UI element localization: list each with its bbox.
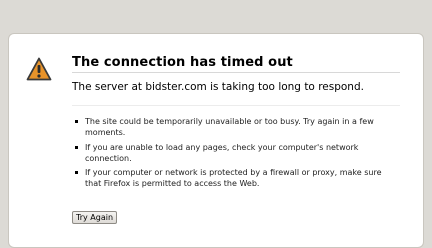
title-divider [72, 72, 400, 73]
error-subtitle: The server at bidster.com is taking too … [72, 81, 364, 93]
suggestion-list: The site could be temporarily unavailabl… [74, 116, 384, 193]
error-title: The connection has timed out [72, 55, 293, 70]
subtitle-divider [72, 105, 400, 106]
try-again-button[interactable]: Try Again [72, 211, 118, 224]
warning-triangle-icon [26, 57, 52, 81]
list-item: If your computer or network is protected… [74, 167, 384, 189]
list-item: The site could be temporarily unavailabl… [74, 116, 384, 138]
list-item: If you are unable to load any pages, che… [74, 142, 384, 164]
